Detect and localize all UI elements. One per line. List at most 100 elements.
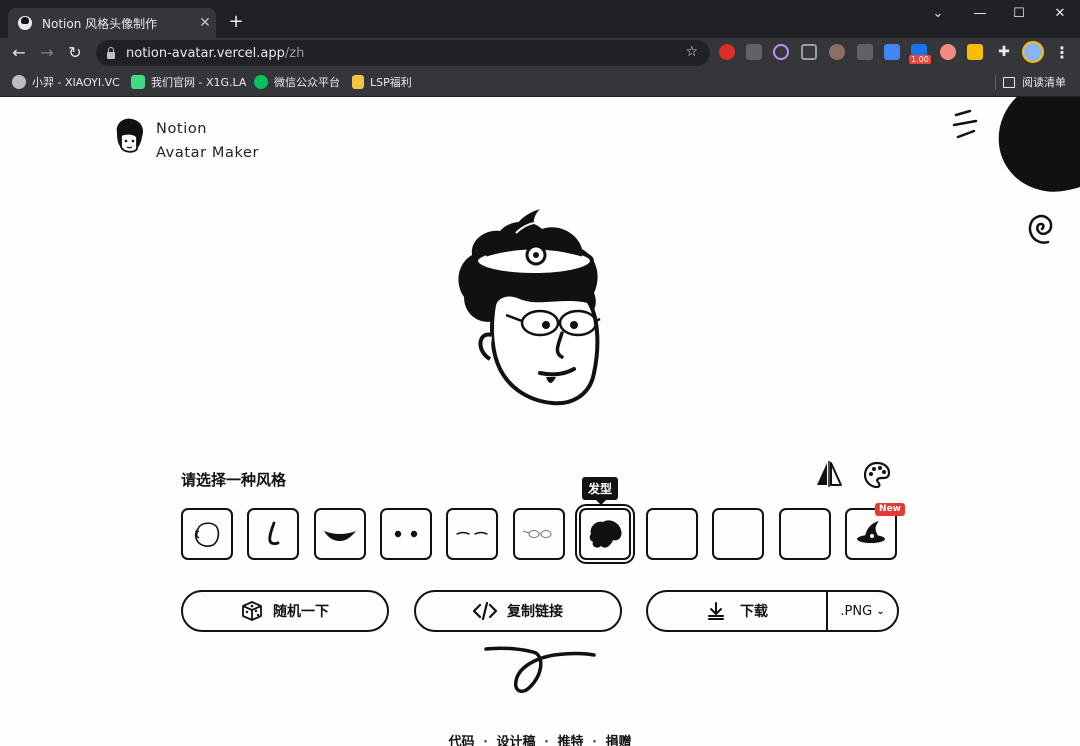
extension-monkey-icon[interactable] — [940, 44, 956, 60]
copy-link-label: 复制链接 — [507, 604, 563, 620]
witch-hat-icon — [857, 521, 885, 543]
part-mouth[interactable] — [314, 508, 366, 560]
tab-search-icon[interactable]: ⌄ — [918, 6, 958, 21]
footer-link-donate[interactable]: 捐赠 — [606, 735, 632, 746]
bookmark-item[interactable]: 我们官网 - X1G.LA — [131, 74, 246, 90]
url-path: /zh — [284, 45, 305, 61]
extension-red-icon[interactable] — [719, 44, 735, 60]
footer-separator: · — [482, 735, 488, 746]
download-button[interactable]: 下载 — [648, 592, 826, 630]
maximize-button[interactable]: ☐ — [999, 6, 1039, 21]
new-tab-button[interactable]: + — [226, 11, 246, 32]
app-logo[interactable]: Notion Avatar Maker — [112, 117, 259, 165]
url-host: notion-avatar.vercel.app — [126, 45, 285, 61]
decorative-lines-icon — [952, 109, 978, 139]
bookmark-item[interactable]: 小羿 - XIAOYI.VC — [12, 74, 120, 90]
decorative-loop-icon — [484, 646, 596, 693]
footer-separator: · — [544, 735, 549, 746]
dice-icon — [241, 600, 263, 622]
parts-selector: New — [181, 503, 905, 562]
footer: 代码 · 设计稿 · 推特 · 捐赠 — [0, 731, 1080, 746]
browser-toolbar: ← → ↻ notion-avatar.vercel.app/zh ☆ 1.00… — [0, 38, 1080, 68]
tab-close-icon[interactable]: ✕ — [194, 15, 216, 31]
part-glasses[interactable] — [513, 508, 565, 560]
part-festival[interactable]: New — [845, 503, 905, 560]
logo-text: Notion Avatar Maker — [156, 117, 259, 165]
format-value: .PNG — [840, 603, 873, 619]
part-face[interactable] — [181, 508, 233, 560]
avatar-preview — [458, 209, 601, 406]
part-eyebrows[interactable] — [446, 508, 498, 560]
bookmark-label: 我们官网 - X1G.LA — [151, 76, 247, 89]
bookmark-label: LSP福利 — [370, 76, 412, 89]
reading-list-label: 阅读清单 — [1022, 76, 1066, 89]
bookmark-star-icon[interactable]: ☆ — [685, 44, 698, 60]
part-beard[interactable] — [779, 508, 831, 560]
logo-avatar-icon — [116, 118, 143, 153]
copy-link-button[interactable]: 复制链接 — [414, 590, 622, 632]
decorative-blob — [987, 97, 1080, 203]
reload-icon[interactable]: ↻ — [64, 43, 86, 63]
decorative-swirl-icon — [1028, 214, 1053, 244]
bookmark-label: 微信公众平台 — [274, 76, 340, 89]
nose-icon — [268, 521, 280, 545]
bookmark-site-icon — [131, 75, 145, 89]
close-window-button[interactable]: ✕ — [1040, 6, 1080, 21]
logo-line-1: Notion — [156, 121, 208, 137]
extension-dots-icon[interactable] — [746, 44, 762, 60]
hair-icon — [589, 520, 622, 548]
extension-image-icon[interactable] — [884, 44, 900, 60]
tab-title: Notion 风格头像制作 — [42, 16, 158, 31]
bookmark-item[interactable]: LSP福利 — [352, 74, 412, 90]
download-group: 下载 .PNG ⌄ — [646, 590, 899, 632]
eyes-icon — [394, 530, 418, 538]
extensions-puzzle-icon[interactable]: ✚ — [996, 44, 1012, 60]
footer-link-twitter[interactable]: 推特 — [558, 735, 584, 746]
extension-brown-icon[interactable] — [829, 44, 845, 60]
profile-avatar[interactable] — [1022, 41, 1044, 63]
extension-ring-icon[interactable] — [773, 44, 789, 60]
part-details[interactable] — [712, 508, 764, 560]
bookmarks-separator — [995, 75, 996, 90]
forward-arrow-icon[interactable]: → — [36, 43, 58, 63]
mouth-icon — [324, 531, 356, 541]
bookmark-wechat-icon — [254, 75, 268, 89]
part-eyes[interactable] — [380, 508, 432, 560]
new-badge: New — [875, 503, 905, 516]
bookmarks-bar: 小羿 - XIAOYI.VC 我们官网 - X1G.LA 微信公众平台 LSP福… — [0, 68, 1080, 97]
bookmark-folder-icon — [352, 75, 364, 89]
face-icon — [194, 522, 220, 547]
favicon-icon — [18, 16, 32, 30]
format-select[interactable]: .PNG ⌄ — [826, 592, 897, 630]
random-button[interactable]: 随机一下 — [181, 590, 389, 632]
part-accessories[interactable] — [646, 508, 698, 560]
address-bar[interactable]: notion-avatar.vercel.app/zh ☆ — [96, 40, 710, 66]
extension-monitor-icon[interactable] — [857, 44, 873, 60]
minimize-button[interactable]: — — [960, 6, 1000, 21]
glasses-icon — [522, 530, 552, 538]
lock-icon — [106, 47, 116, 59]
random-label: 随机一下 — [273, 604, 329, 620]
footer-link-code[interactable]: 代码 — [448, 735, 474, 746]
bookmark-avatar-icon — [12, 75, 26, 89]
footer-separator: · — [592, 735, 597, 746]
logo-line-2: Avatar Maker — [156, 145, 260, 161]
extension-tools-icon[interactable] — [967, 44, 983, 60]
download-icon — [706, 601, 726, 621]
page-content: Notion Avatar Maker 请选择一种风格 发型 New 随机一下 … — [0, 97, 1080, 746]
palette-icon[interactable] — [863, 461, 891, 489]
browser-chrome: Notion 风格头像制作 ✕ + ⌄ — ☐ ✕ ← → ↻ notion-a… — [0, 0, 1080, 97]
code-icon — [473, 601, 497, 621]
reading-list-button[interactable]: 阅读清单 — [1003, 74, 1066, 90]
footer-link-design[interactable]: 设计稿 — [496, 735, 535, 746]
flip-avatar-icon[interactable] — [815, 461, 843, 487]
bookmark-item[interactable]: 微信公众平台 — [254, 74, 340, 90]
part-nose[interactable] — [247, 508, 299, 560]
part-tooltip: 发型 — [582, 477, 619, 505]
browser-tab[interactable]: Notion 风格头像制作 ✕ — [8, 8, 216, 38]
back-arrow-icon[interactable]: ← — [8, 43, 30, 63]
menu-kebab-icon[interactable]: ⋮ — [1054, 43, 1070, 62]
reading-list-icon — [1003, 76, 1015, 88]
extension-copy-icon[interactable] — [801, 44, 817, 60]
part-hair[interactable] — [579, 508, 631, 560]
